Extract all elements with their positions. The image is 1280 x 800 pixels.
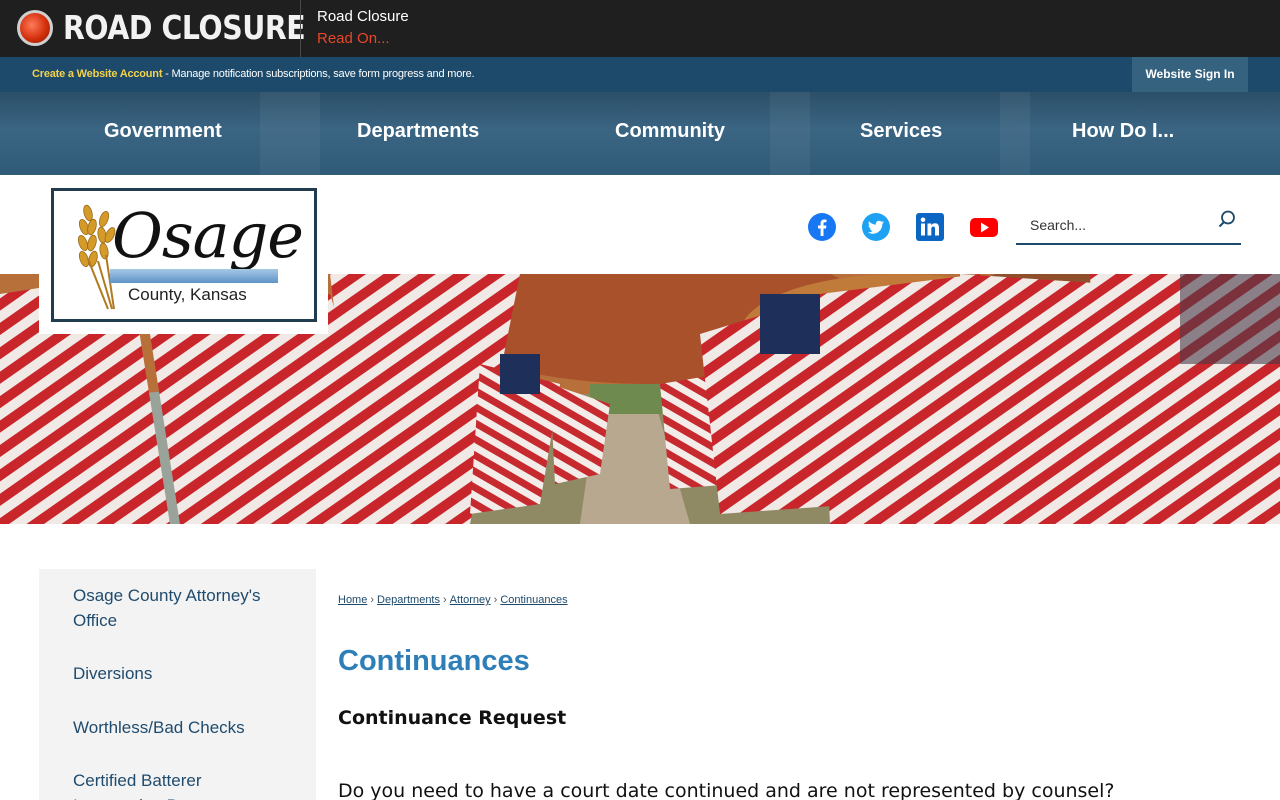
- breadcrumb-home[interactable]: Home: [338, 594, 367, 606]
- sidebar-item-osage-county-attorneys-office[interactable]: Osage County Attorney's Office: [73, 583, 283, 633]
- main-nav: Government Departments Community Service…: [0, 92, 1280, 175]
- alert-title: ROAD CLOSURE: [63, 8, 306, 47]
- linkedin-icon[interactable]: [915, 212, 945, 242]
- nav-item-community[interactable]: Community: [615, 120, 725, 143]
- youtube-icon[interactable]: [969, 212, 999, 242]
- account-bar: Create a Website Account - Manage notifi…: [0, 57, 1280, 92]
- nav-item-how-do-i[interactable]: How Do I...: [1072, 120, 1174, 143]
- breadcrumb-continuances[interactable]: Continuances: [500, 594, 567, 606]
- breadcrumb-separator: ›: [443, 594, 447, 606]
- website-sign-in-button[interactable]: Website Sign In: [1132, 57, 1248, 92]
- sidebar-item-diversions[interactable]: Diversions: [73, 661, 152, 686]
- nav-background-streak: [260, 92, 320, 175]
- site-logo[interactable]: Osage County, Kansas: [39, 176, 328, 334]
- nav-item-departments[interactable]: Departments: [357, 120, 479, 143]
- create-account-link[interactable]: Create a Website Account: [32, 68, 162, 80]
- facebook-icon[interactable]: [807, 212, 837, 242]
- page-title: Continuances: [338, 645, 530, 677]
- sidebar-item-worthless-bad-checks[interactable]: Worthless/Bad Checks: [73, 715, 245, 740]
- logo-frame: Osage County, Kansas: [51, 188, 317, 322]
- nav-background-streak: [770, 92, 810, 175]
- logo-name: Osage: [112, 199, 304, 272]
- breadcrumb: Home › Departments › Attorney › Continuances: [338, 594, 568, 606]
- account-text: Create a Website Account - Manage notifi…: [32, 68, 475, 80]
- logo-subtitle: County, Kansas: [128, 285, 247, 304]
- sidebar-item-certified-batterer-intervention-programs[interactable]: Certified Batterer Intervention Programs: [73, 768, 283, 800]
- breadcrumb-departments[interactable]: Departments: [377, 594, 440, 606]
- breadcrumb-attorney[interactable]: Attorney: [450, 594, 491, 606]
- search-box: [1016, 204, 1241, 245]
- search-icon[interactable]: [1218, 210, 1236, 228]
- alert-read-on-link[interactable]: Read On...: [317, 30, 390, 47]
- alert-divider: [300, 0, 301, 57]
- sidebar: Osage County Attorney's Office Diversion…: [39, 569, 316, 800]
- alert-icon: [17, 10, 53, 46]
- account-description: - Manage notification subscriptions, sav…: [162, 68, 475, 80]
- alert-bar: ROAD CLOSURE Road Closure Read On...: [0, 0, 1280, 57]
- nav-background-streak: [1000, 92, 1030, 175]
- continuance-question: Do you need to have a court date continu…: [338, 780, 1115, 800]
- alert-message: Road Closure: [317, 8, 409, 25]
- search-input[interactable]: [1016, 210, 1206, 240]
- continuance-request-heading: Continuance Request: [338, 707, 567, 729]
- nav-item-government[interactable]: Government: [104, 120, 222, 143]
- nav-item-services[interactable]: Services: [860, 120, 942, 143]
- breadcrumb-separator: ›: [370, 594, 375, 606]
- breadcrumb-separator: ›: [493, 594, 498, 606]
- twitter-icon[interactable]: [861, 212, 891, 242]
- logo-stripe: [110, 269, 278, 283]
